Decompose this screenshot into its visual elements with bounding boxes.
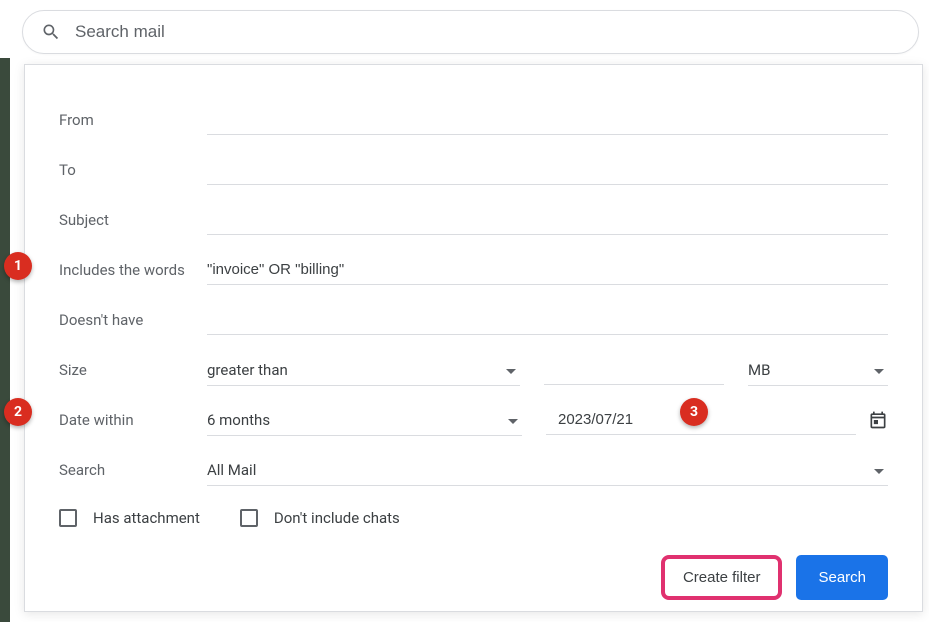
- subject-row: Subject: [59, 195, 888, 245]
- annotation-badge-1: 1: [4, 252, 32, 280]
- annotation-badge-2: 2: [4, 398, 32, 426]
- subject-label: Subject: [59, 211, 207, 229]
- no-chats-checkbox[interactable]: [240, 509, 258, 527]
- date-label: Date within: [59, 411, 207, 429]
- size-value-input[interactable]: [544, 355, 724, 385]
- search-bar[interactable]: [22, 10, 919, 54]
- checkbox-row: Has attachment Don't include chats: [59, 509, 888, 527]
- to-row: To: [59, 145, 888, 195]
- size-unit-value: MB: [748, 361, 770, 379]
- has-attachment-option[interactable]: Has attachment: [59, 509, 200, 527]
- advanced-search-panel: From To Subject Includes the words Doesn…: [24, 64, 923, 612]
- annotation-badge-3: 3: [680, 398, 708, 426]
- size-operator-select[interactable]: greater than: [207, 355, 520, 386]
- no-chats-label: Don't include chats: [274, 509, 400, 527]
- search-button[interactable]: Search: [796, 555, 888, 600]
- chevron-down-icon: [508, 411, 518, 429]
- search-input[interactable]: [75, 22, 900, 42]
- size-unit-select[interactable]: MB: [748, 355, 888, 386]
- search-icon: [41, 22, 61, 42]
- includes-input[interactable]: [207, 255, 888, 285]
- date-range-value: 6 months: [207, 411, 270, 429]
- sidebar-sliver: [0, 58, 10, 622]
- search-scope-select[interactable]: All Mail: [207, 455, 888, 486]
- has-attachment-label: Has attachment: [93, 509, 200, 527]
- size-label: Size: [59, 361, 207, 379]
- from-input[interactable]: [207, 105, 888, 135]
- search-scope-row: Search All Mail: [59, 445, 888, 495]
- from-row: From: [59, 95, 888, 145]
- date-range-select[interactable]: 6 months: [207, 405, 522, 436]
- from-label: From: [59, 111, 207, 129]
- date-row: Date within 6 months: [59, 395, 888, 445]
- search-scope-label: Search: [59, 461, 207, 479]
- has-attachment-checkbox[interactable]: [59, 509, 77, 527]
- no-chats-option[interactable]: Don't include chats: [240, 509, 400, 527]
- includes-row: Includes the words: [59, 245, 888, 295]
- chevron-down-icon: [874, 461, 884, 479]
- to-input[interactable]: [207, 155, 888, 185]
- size-row: Size greater than MB: [59, 345, 888, 395]
- doesnt-have-label: Doesn't have: [59, 311, 207, 329]
- create-filter-button[interactable]: Create filter: [661, 555, 783, 600]
- chevron-down-icon: [874, 361, 884, 379]
- search-scope-value: All Mail: [207, 461, 256, 479]
- doesnt-have-row: Doesn't have: [59, 295, 888, 345]
- action-buttons: Create filter Search: [59, 555, 888, 600]
- to-label: To: [59, 161, 207, 179]
- doesnt-have-input[interactable]: [207, 305, 888, 335]
- calendar-icon[interactable]: [868, 410, 888, 430]
- subject-input[interactable]: [207, 205, 888, 235]
- chevron-down-icon: [506, 361, 516, 379]
- size-operator-value: greater than: [207, 361, 288, 379]
- includes-label: Includes the words: [59, 261, 207, 279]
